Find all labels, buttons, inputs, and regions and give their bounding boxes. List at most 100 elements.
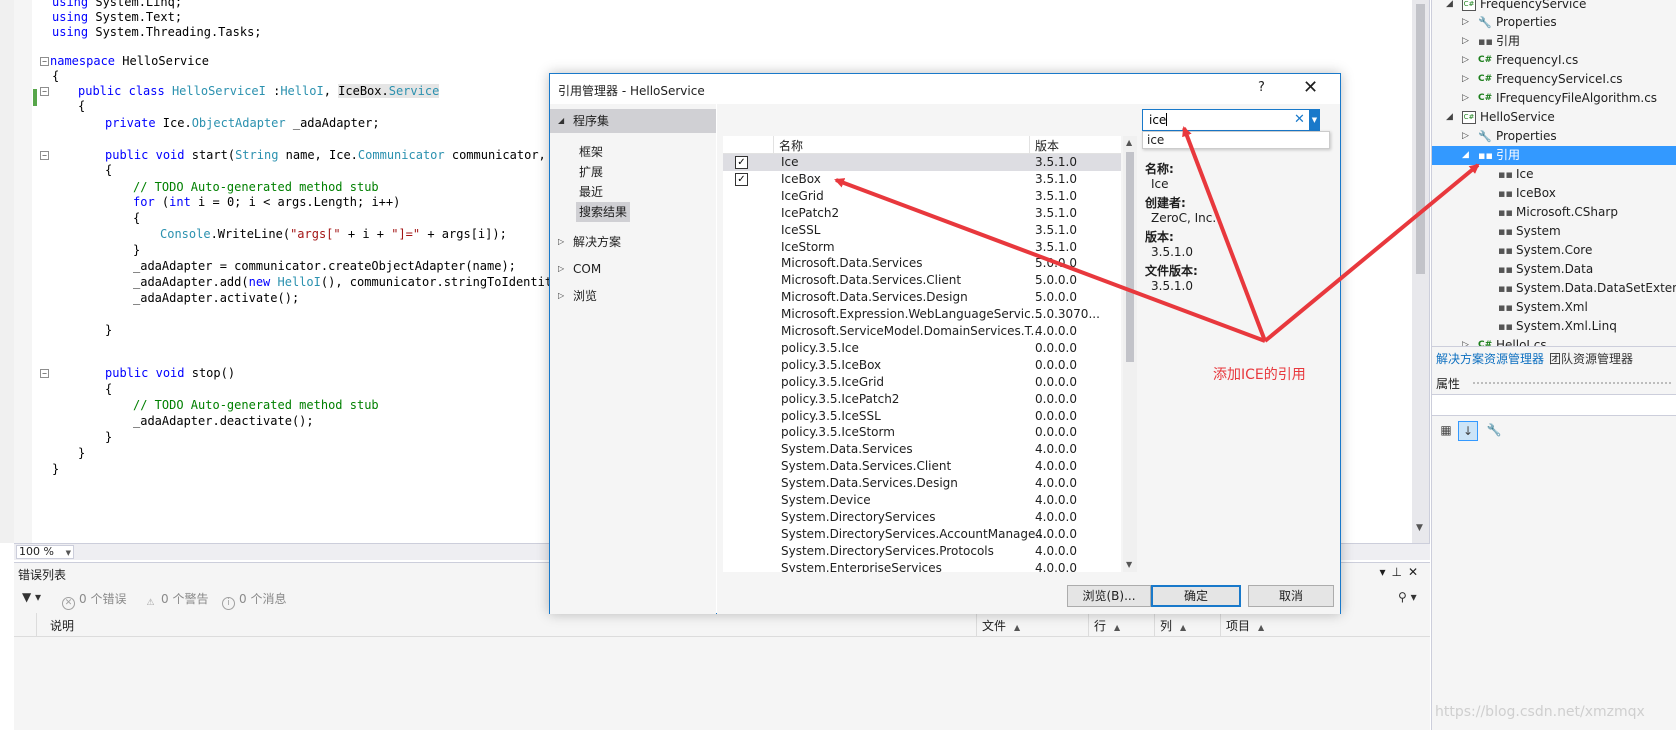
code-line[interactable]: public void start(String name, Ice.Commu… — [105, 147, 560, 163]
nav-item-recent[interactable]: 最近 — [576, 182, 606, 202]
panel-window-buttons[interactable]: ▾⊥✕ — [1379, 565, 1424, 579]
search-suggestion-item[interactable]: ice — [1142, 131, 1330, 149]
code-line[interactable]: private Ice.ObjectAdapter _adaAdapter; — [105, 115, 380, 131]
column-header-project[interactable]: 项目 ▲ — [1226, 617, 1264, 634]
help-button[interactable]: ? — [1258, 80, 1265, 95]
alphabetical-icon[interactable]: ↓ — [1458, 421, 1478, 441]
code-line[interactable]: Console.WriteLine("args[" + i + "]=" + a… — [160, 226, 507, 242]
collapse-arrow-icon[interactable]: ▷ — [1462, 336, 1469, 346]
tree-item-reference[interactable]: ▪▪ System.Xml.Linq — [1432, 317, 1676, 336]
code-line[interactable]: // TODO Auto-generated method stub — [133, 397, 379, 413]
assembly-row[interactable]: IcePatch2 3.5.1.0 — [723, 205, 1121, 222]
tree-item-properties[interactable]: ▷ 🔧 Properties — [1432, 127, 1676, 146]
assembly-row[interactable]: policy.3.5.Ice 0.0.0.0 — [723, 340, 1121, 357]
categorized-icon[interactable]: ▦ — [1436, 421, 1456, 441]
code-line[interactable]: } — [133, 242, 140, 258]
nav-assemblies[interactable]: ◢ 程序集 — [550, 109, 716, 133]
code-line[interactable]: { — [52, 68, 59, 84]
drag-grip[interactable] — [1472, 381, 1672, 385]
fold-toggle[interactable]: − — [40, 87, 49, 96]
column-header-column[interactable]: 列 ▲ — [1160, 617, 1186, 634]
code-line[interactable]: } — [105, 322, 112, 338]
assembly-row[interactable]: IceStorm 3.5.1.0 — [723, 239, 1121, 256]
tree-item-file[interactable]: ▷ C# FrequencyServiceI.cs — [1432, 70, 1676, 89]
scrollbar-thumb[interactable] — [1126, 152, 1134, 362]
properties-object-selector[interactable] — [1432, 394, 1676, 416]
assembly-row[interactable]: Microsoft.Data.Services 5.0.0.0 — [723, 255, 1121, 272]
scrollbar-thumb[interactable] — [1416, 4, 1425, 274]
collapse-arrow-icon[interactable]: ▷ — [1462, 32, 1469, 51]
browse-button[interactable]: 浏览(B)... — [1067, 585, 1151, 607]
assembly-row[interactable]: policy.3.5.IceGrid 0.0.0.0 — [723, 374, 1121, 391]
editor-vertical-scrollbar[interactable]: ▼ — [1412, 0, 1429, 543]
expand-arrow-icon[interactable]: ◢ — [1446, 0, 1453, 14]
assembly-row[interactable]: System.DirectoryServices.AccountManage..… — [723, 526, 1121, 543]
code-line[interactable]: // TODO Auto-generated method stub — [133, 179, 379, 195]
clear-search-icon[interactable]: ✕ — [1294, 112, 1305, 127]
assembly-row[interactable]: System.Data.Services 4.0.0.0 — [723, 441, 1121, 458]
warnings-filter-button[interactable]: ⚠ 0 个警告 — [144, 590, 208, 611]
expand-arrow-icon[interactable]: ◢ — [1462, 146, 1469, 165]
column-header-version[interactable]: 版本 — [1035, 137, 1059, 154]
column-header-file[interactable]: 文件 ▲ — [982, 617, 1020, 634]
assembly-row[interactable]: Microsoft.ServiceModel.DomainServices.T.… — [723, 323, 1121, 340]
cancel-button[interactable]: 取消 — [1248, 585, 1334, 607]
code-line[interactable]: _adaAdapter.add(new HelloI(), communicat… — [133, 274, 559, 290]
tree-item-reference[interactable]: ▪▪ System.Xml — [1432, 298, 1676, 317]
assembly-row[interactable]: System.Data.Services.Design 4.0.0.0 — [723, 475, 1121, 492]
assembly-row[interactable]: System.DirectoryServices 4.0.0.0 — [723, 509, 1121, 526]
search-input-text[interactable]: ice — [1149, 113, 1168, 127]
scroll-down-icon[interactable]: ▼ — [1416, 523, 1423, 533]
tree-item-reference[interactable]: ▪▪ Microsoft.CSharp — [1432, 203, 1676, 222]
tree-item-reference[interactable]: ▪▪ IceBox — [1432, 184, 1676, 203]
search-icon[interactable]: ⚲ ▾ — [1398, 590, 1417, 604]
assembly-row[interactable]: policy.3.5.IceSSL 0.0.0.0 — [723, 408, 1121, 425]
tree-item-references[interactable]: ▷ ▪▪ 引用 — [1432, 32, 1676, 51]
assembly-row[interactable]: System.Device 4.0.0.0 — [723, 492, 1121, 509]
ok-button[interactable]: 确定 — [1151, 585, 1241, 607]
messages-filter-button[interactable]: i 0 个消息 — [222, 590, 286, 610]
assembly-row[interactable]: Microsoft.Expression.WebLanguageServic..… — [723, 306, 1121, 323]
collapse-arrow-icon[interactable]: ▷ — [1462, 89, 1469, 108]
collapse-arrow-icon[interactable]: ▷ — [1462, 70, 1469, 89]
nav-item-framework[interactable]: 框架 — [576, 142, 606, 162]
nav-com[interactable]: ▷ COM — [550, 257, 716, 281]
assembly-row[interactable]: System.EnterpriseServices 4.0.0.0 — [723, 560, 1121, 572]
fold-toggle[interactable]: − — [40, 369, 49, 378]
code-line[interactable]: { — [78, 98, 85, 114]
collapse-arrow-icon[interactable]: ▷ — [1462, 127, 1469, 146]
code-line[interactable]: { — [105, 162, 112, 178]
code-line[interactable]: public void stop() — [105, 365, 235, 381]
code-line[interactable]: } — [78, 445, 85, 461]
tree-item-file[interactable]: ▷ C# FrequencyI.cs — [1432, 51, 1676, 70]
assembly-row[interactable]: ✓ IceBox 3.5.1.0 — [723, 171, 1121, 188]
tree-item-file[interactable]: ▷ C# IFrequencyFileAlgorithm.cs — [1432, 89, 1676, 108]
assembly-row[interactable]: ✓ Ice 3.5.1.0 — [723, 154, 1121, 171]
column-header-line[interactable]: 行 ▲ — [1094, 617, 1120, 634]
dropdown-icon[interactable]: ▾ — [1379, 565, 1391, 579]
collapse-arrow-icon[interactable]: ▷ — [1462, 13, 1469, 32]
nav-item-extensions[interactable]: 扩展 — [576, 162, 606, 182]
include-checkbox[interactable]: ✓ — [735, 156, 748, 169]
code-line[interactable]: _adaAdapter.deactivate(); — [133, 413, 314, 429]
code-line[interactable]: namespace HelloService — [50, 53, 209, 69]
tree-item-reference[interactable]: ▪▪ System.Data.DataSetExtensi — [1432, 279, 1676, 298]
pin-icon[interactable]: ⊥ — [1391, 565, 1407, 579]
assembly-row[interactable]: Microsoft.Data.Services.Design 5.0.0.0 — [723, 289, 1121, 306]
fold-toggle[interactable]: − — [40, 57, 49, 66]
assembly-row[interactable]: IceSSL 3.5.1.0 — [723, 222, 1121, 239]
code-line[interactable]: _adaAdapter = communicator.createObjectA… — [133, 258, 516, 274]
code-line[interactable]: public class HelloServiceI :HelloI, IceB… — [78, 83, 440, 99]
zoom-level-dropdown[interactable]: 100 % ▼ — [16, 545, 74, 559]
expand-arrow-icon[interactable]: ◢ — [1446, 108, 1453, 127]
fold-toggle[interactable]: − — [40, 151, 49, 160]
nav-solution[interactable]: ▷ 解决方案 — [550, 230, 716, 254]
tree-item-reference[interactable]: ▪▪ System — [1432, 222, 1676, 241]
code-line[interactable]: } — [105, 429, 112, 445]
tree-item-reference[interactable]: ▪▪ Ice — [1432, 165, 1676, 184]
tree-item-hello-service[interactable]: ◢ C# HelloService — [1432, 108, 1676, 127]
tree-item-reference[interactable]: ▪▪ System.Data — [1432, 260, 1676, 279]
close-button[interactable]: ✕ — [1303, 77, 1318, 98]
errors-filter-button[interactable]: ✕ 0 个错误 — [62, 590, 126, 610]
assembly-list[interactable]: 名称 版本 ✓ Ice 3.5.1.0 ✓ IceBox 3.5.1.0 IceGrid 3.… — [723, 136, 1121, 572]
